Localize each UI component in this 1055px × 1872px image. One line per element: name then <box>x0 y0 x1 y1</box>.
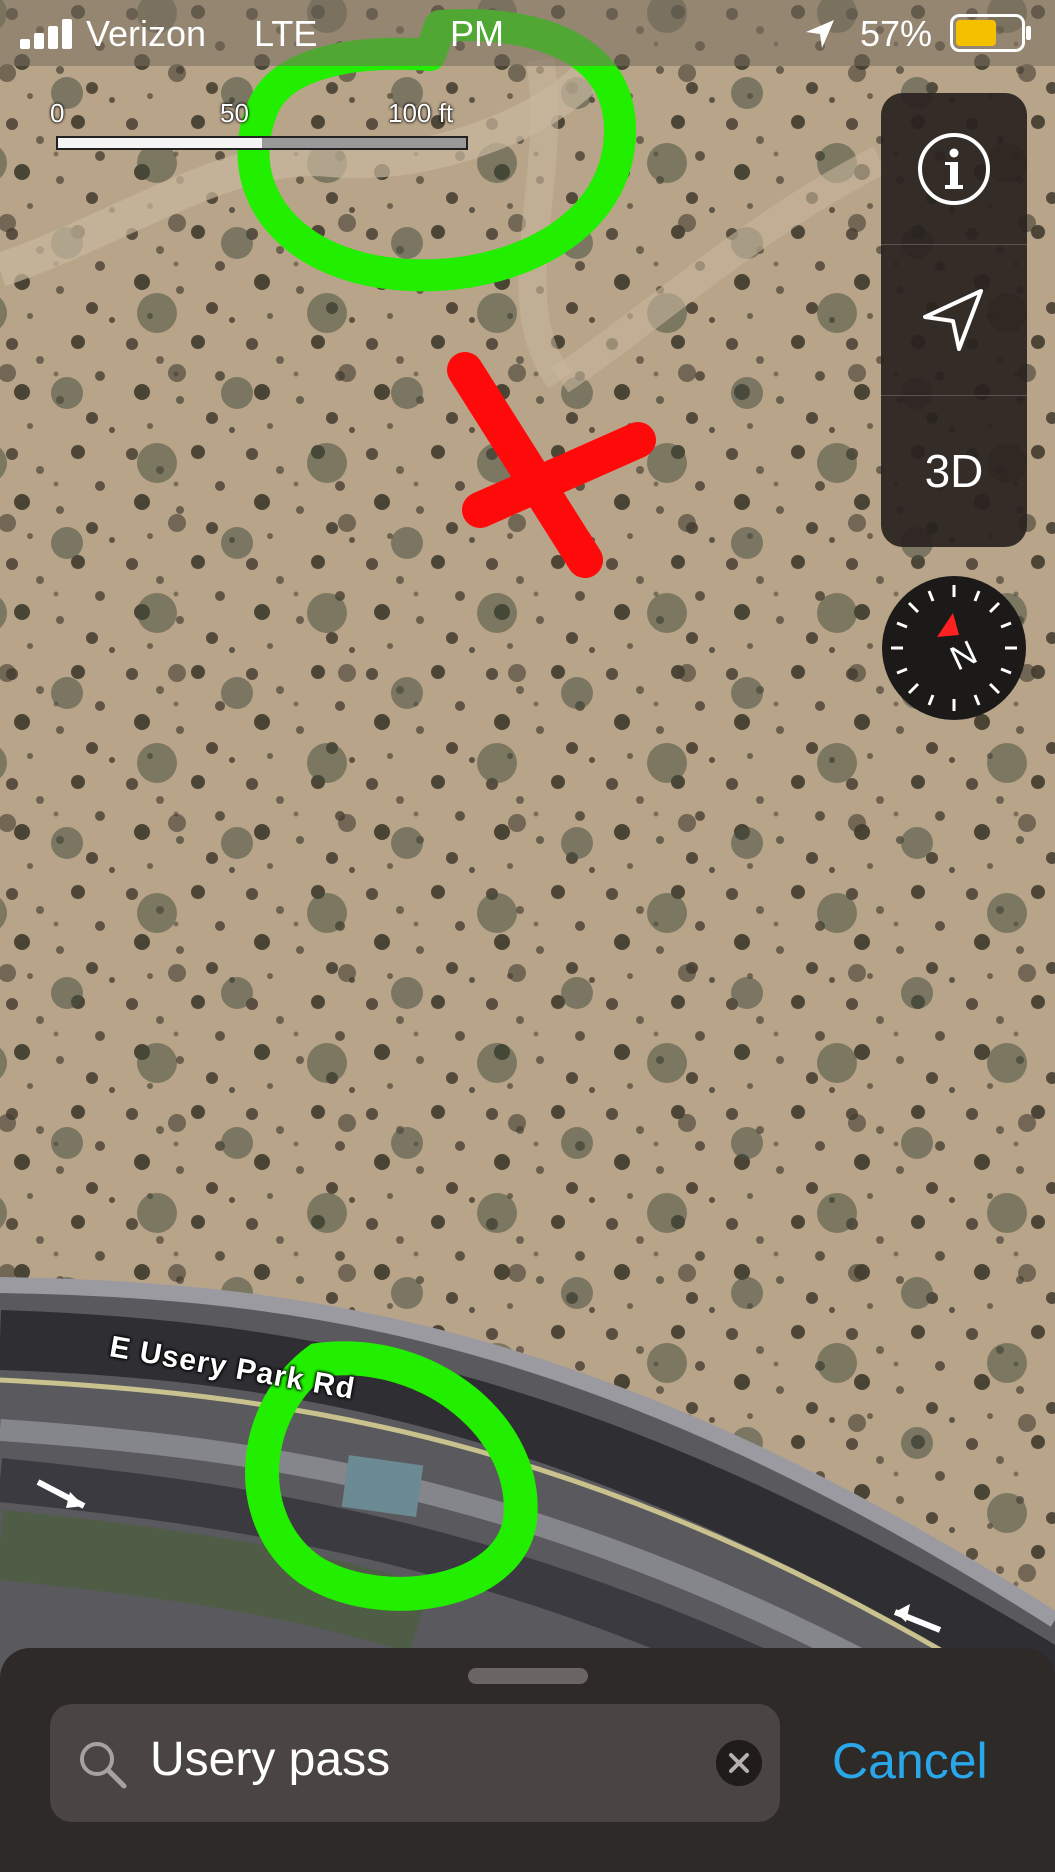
battery-percent: 57% <box>860 13 933 54</box>
scale-tick-100: 100 ft <box>388 98 454 128</box>
cancel-button[interactable]: Cancel <box>832 1732 988 1790</box>
info-icon <box>918 132 990 205</box>
map-controls-panel: 3D <box>881 93 1027 547</box>
search-input[interactable]: Usery pass <box>150 1732 390 1787</box>
status-bar: Verizon LTE PM 57% <box>0 0 1055 66</box>
network-type: LTE <box>254 13 318 54</box>
info-button[interactable] <box>881 93 1027 244</box>
scale-tick-0: 0 <box>50 98 65 128</box>
tracking-button[interactable] <box>881 244 1027 395</box>
clear-search-button[interactable] <box>716 1740 762 1786</box>
compass-button[interactable]: N <box>881 575 1027 721</box>
sheet-grabber[interactable] <box>468 1668 588 1684</box>
3d-view-button[interactable]: 3D <box>881 395 1027 546</box>
search-sheet: Usery pass Cancel <box>0 1648 1055 1872</box>
scale-tick-50: 50 <box>220 98 249 128</box>
scale-bar-line <box>56 136 468 150</box>
battery-icon <box>950 14 1031 52</box>
signal-strength-icon <box>20 19 72 49</box>
carrier-name: Verizon <box>86 13 207 54</box>
map-scale: 0 50 100 ft <box>50 98 468 158</box>
location-services-icon <box>806 20 834 48</box>
search-field[interactable]: Usery pass <box>50 1704 780 1822</box>
location-arrow-icon <box>923 289 983 351</box>
search-icon <box>80 1742 127 1789</box>
status-time: PM <box>450 13 504 54</box>
